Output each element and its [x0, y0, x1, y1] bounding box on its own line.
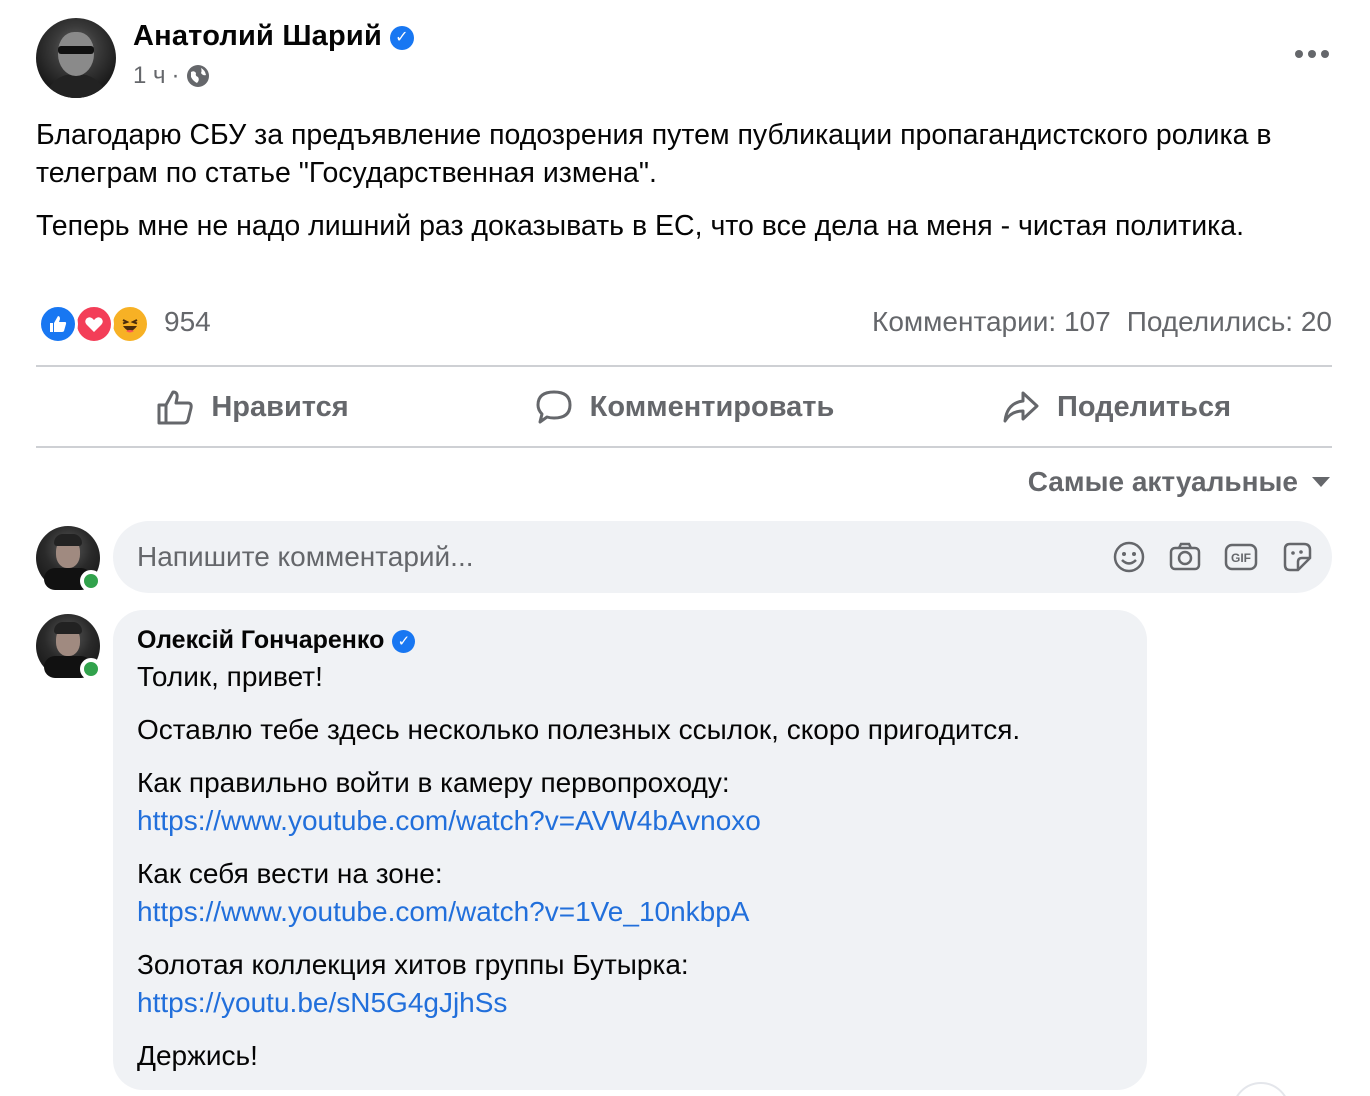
- verified-badge-icon: ✓: [389, 26, 414, 50]
- commenter-name-row[interactable]: Олексій Гончаренко ✓: [137, 624, 1123, 656]
- comment-line: Как правильно войти в камеру первопроход…: [137, 767, 730, 798]
- verified-badge-icon: ✓: [392, 630, 416, 653]
- comment-input-placeholder: Напишите комментарий...: [137, 541, 474, 572]
- avatar-hair-shape: [54, 534, 82, 546]
- like-button[interactable]: Нравится: [36, 368, 468, 446]
- post-actions: Нравится Комментировать Поделиться: [36, 368, 1332, 446]
- author-name-row[interactable]: Анатолий Шарий ✓: [133, 20, 414, 53]
- more-dot-icon: [1321, 50, 1329, 58]
- comment-paragraph: Как себя вести на зоне: https://www.yout…: [137, 855, 1123, 931]
- comment-input[interactable]: Напишите комментарий... GIF: [113, 521, 1332, 593]
- avatar-body-shape: [44, 74, 108, 98]
- reaction-count[interactable]: 954: [164, 306, 211, 338]
- post-header: Анатолий Шарий ✓ 1 ч ·: [36, 18, 1336, 100]
- author-avatar[interactable]: [36, 18, 116, 98]
- comment-line: Золотая коллекция хитов группы Бутырка:: [137, 949, 689, 980]
- more-options-button[interactable]: [1288, 38, 1336, 70]
- post-paragraph: Теперь мне не надо лишний раз доказывать…: [36, 210, 1245, 242]
- comment-line: Оставлю тебе здесь несколько полезных сс…: [137, 714, 1021, 745]
- share-button[interactable]: Поделиться: [900, 368, 1332, 446]
- comment-sort-dropdown[interactable]: Самые актуальные: [1028, 466, 1330, 498]
- reactions-row: 954 Комментарии: 107 Поделились: 20: [38, 302, 1332, 346]
- avatar-glasses-shape: [58, 46, 94, 54]
- more-dot-icon: [1295, 50, 1303, 58]
- post-meta: 1 ч ·: [133, 62, 210, 90]
- online-status-indicator: [80, 570, 102, 592]
- current-user-avatar[interactable]: [36, 526, 102, 592]
- comment-bubble: Олексій Гончаренко ✓ Толик, привет! Остав…: [113, 610, 1147, 1090]
- comment-link[interactable]: https://www.youtube.com/watch?v=1Ve_10nk…: [137, 896, 750, 927]
- comment-paragraph: Как правильно войти в камеру первопроход…: [137, 764, 1123, 840]
- comments-count[interactable]: Комментарии: 107: [872, 306, 1111, 338]
- comment-button[interactable]: Комментировать: [468, 368, 900, 446]
- avatar-face-shape: [58, 32, 94, 76]
- post-paragraph: Благодарю СБУ за предъявление подозрения…: [36, 119, 1272, 189]
- online-status-indicator: [80, 658, 102, 680]
- commenter-name[interactable]: Олексій Гончаренко: [137, 626, 384, 654]
- comment-paragraph: Золотая коллекция хитов группы Бутырка: …: [137, 946, 1123, 1022]
- share-arrow-icon: [1003, 391, 1039, 423]
- reaction-icons[interactable]: [38, 304, 158, 344]
- like-reaction-icon: [38, 304, 78, 344]
- emoji-icon[interactable]: [1112, 540, 1146, 574]
- gif-icon[interactable]: GIF: [1224, 540, 1258, 574]
- comment-link[interactable]: https://youtu.be/sN5G4gJjhSs: [137, 987, 507, 1018]
- like-label: Нравится: [211, 390, 349, 423]
- svg-text:GIF: GIF: [1231, 551, 1251, 565]
- more-dot-icon: [1308, 50, 1316, 58]
- commenter-avatar[interactable]: [36, 614, 102, 680]
- facebook-post: Анатолий Шарий ✓ 1 ч · Благодарю СБУ за п…: [0, 0, 1370, 1096]
- thumbs-up-icon: [157, 390, 194, 425]
- comment-input-tools: GIF: [1112, 540, 1314, 574]
- comment-line: Толик, привет!: [137, 661, 323, 692]
- comment-link[interactable]: https://www.youtube.com/watch?v=AVW4bAvn…: [137, 805, 761, 836]
- globe-icon: [186, 65, 209, 87]
- comment-label: Комментировать: [589, 390, 835, 423]
- post-text: Благодарю СБУ за предъявление подозрения…: [36, 116, 1326, 260]
- sort-label: Самые актуальные: [1027, 466, 1298, 497]
- camera-icon[interactable]: [1168, 540, 1202, 574]
- post-stats: Комментарии: 107 Поделились: 20: [872, 306, 1332, 338]
- meta-separator: ·: [171, 62, 180, 89]
- share-label: Поделиться: [1056, 390, 1232, 423]
- divider: [36, 365, 1332, 367]
- love-reaction-icon: [74, 304, 114, 344]
- comment-text: Толик, привет! Оставлю тебе здесь нескол…: [137, 658, 1123, 1075]
- comment-line: Держись!: [137, 1040, 258, 1071]
- post-time[interactable]: 1 ч: [133, 62, 166, 90]
- shares-count[interactable]: Поделились: 20: [1127, 306, 1332, 338]
- author-name[interactable]: Анатолий Шарий: [133, 20, 382, 52]
- haha-reaction-icon: [110, 304, 150, 344]
- comment-icon: [536, 390, 572, 424]
- caret-down-icon: [1312, 477, 1330, 487]
- avatar-hair-shape: [54, 622, 82, 634]
- sticker-icon[interactable]: [1280, 540, 1314, 574]
- comment-reaction-button[interactable]: [1232, 1082, 1290, 1096]
- divider: [36, 446, 1332, 448]
- comment-line: Как себя вести на зоне:: [137, 858, 443, 889]
